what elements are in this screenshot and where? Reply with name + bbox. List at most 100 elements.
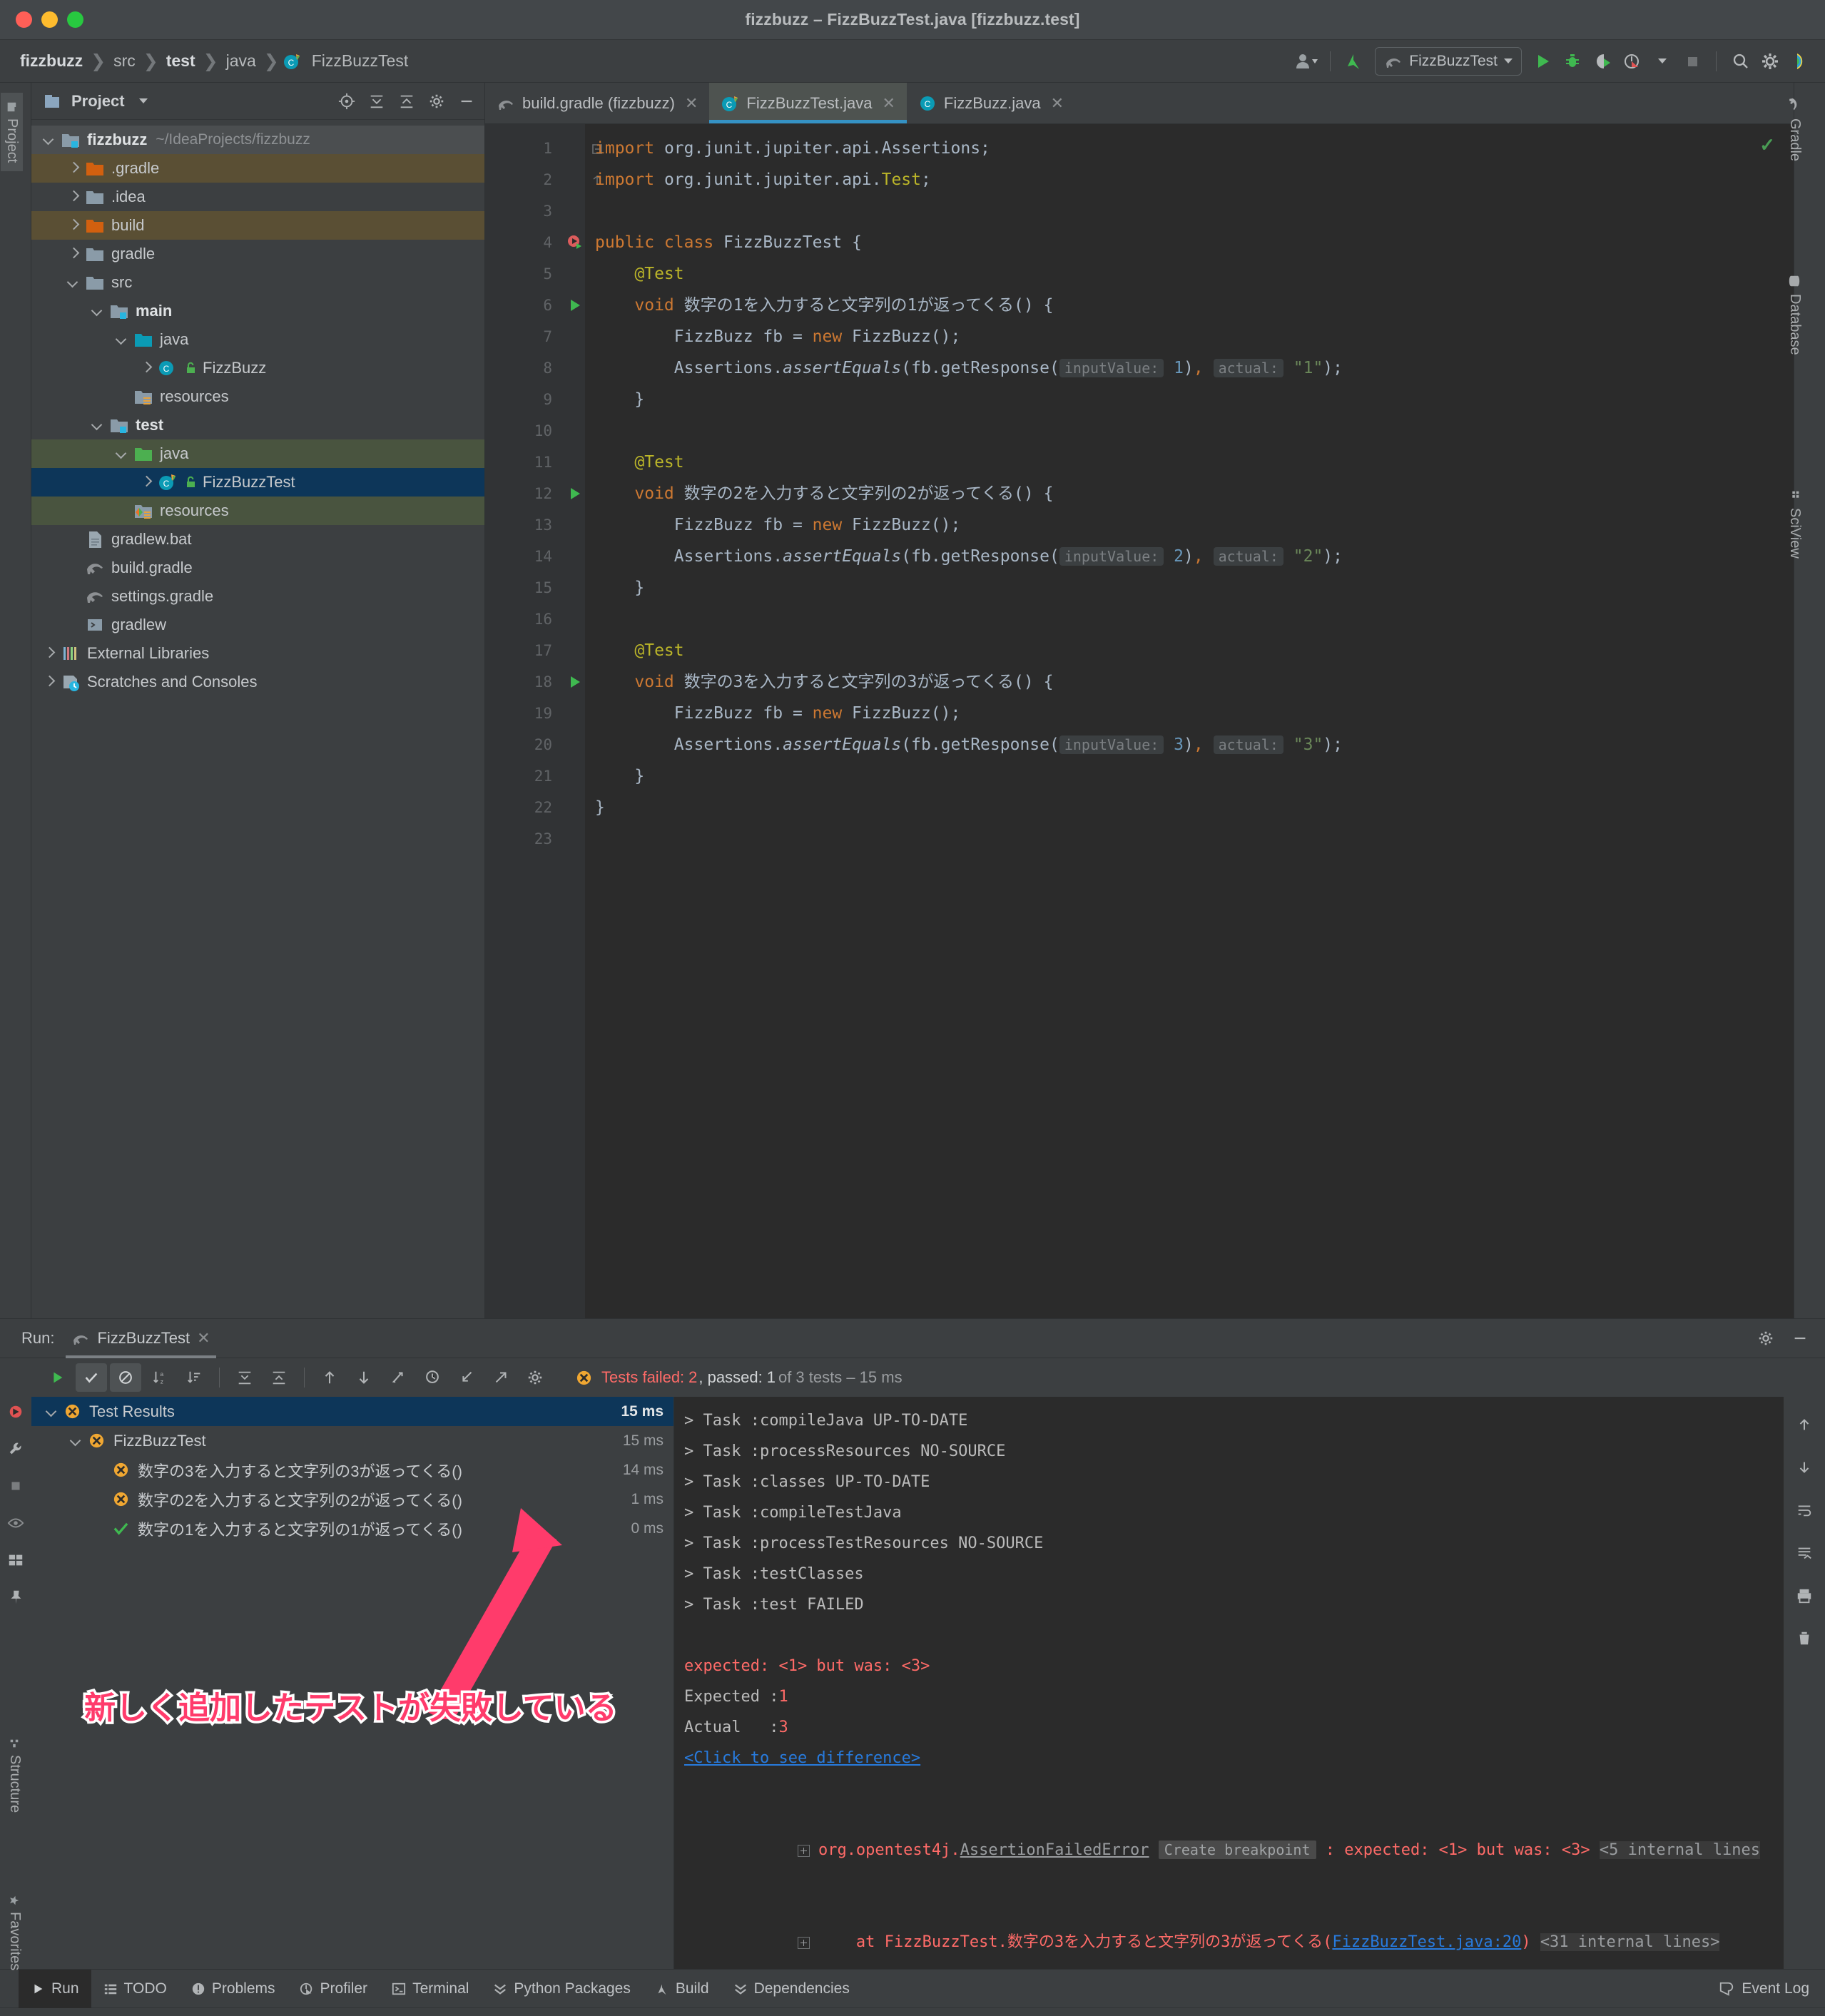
tree-node-src[interactable]: src — [31, 268, 484, 297]
tree-node-gradlew-bat[interactable]: gradlew.bat — [31, 525, 484, 554]
bottom-tab-todo[interactable]: TODO — [91, 1970, 179, 2008]
inspection-ok-icon[interactable]: ✓ — [1759, 134, 1775, 156]
gutter-line-3[interactable]: 3 — [485, 195, 562, 227]
breadcrumb-item-fizzbuzz[interactable]: fizzbuzz — [16, 51, 87, 71]
tree-node-test[interactable]: test — [31, 411, 484, 439]
tree-node-gradle[interactable]: .gradle — [31, 154, 484, 183]
gutter-line-22[interactable]: 22 — [485, 792, 562, 823]
chevron-down-icon[interactable] — [70, 1435, 83, 1447]
run-to-cursor-icon[interactable] — [382, 1363, 414, 1392]
tree-node-external-libraries[interactable]: External Libraries — [31, 639, 484, 668]
tree-node-fizzbuzztest[interactable]: C FizzBuzzTest — [31, 468, 484, 497]
history-icon[interactable] — [417, 1363, 448, 1392]
settings-icon[interactable] — [1755, 46, 1785, 76]
chevron-down-icon[interactable] — [46, 1405, 59, 1418]
scroll-down-icon[interactable] — [1794, 1457, 1815, 1478]
test-result-row[interactable]: 数字の3を入力すると文字列の3が返ってくる() 14 ms — [31, 1455, 673, 1485]
profiler-icon[interactable] — [1617, 46, 1647, 76]
gutter-line-2[interactable]: 2 — [485, 164, 601, 195]
gutter-line-23[interactable]: 23 — [485, 823, 562, 855]
run-method-icon[interactable] — [566, 673, 584, 691]
gutter-line-14[interactable]: 14 — [485, 541, 562, 572]
gear-icon[interactable] — [1755, 1328, 1776, 1349]
stop-icon[interactable] — [5, 1475, 26, 1497]
chevron-down-icon[interactable] — [116, 447, 128, 460]
chevron-down-icon[interactable] — [1504, 58, 1513, 63]
expand-icon[interactable] — [797, 1936, 810, 1949]
tree-node-build-gradle[interactable]: build.gradle — [31, 554, 484, 582]
gutter-line-21[interactable]: 21 — [485, 760, 562, 792]
gutter-line-17[interactable]: 17 — [485, 635, 562, 666]
tree-node-java[interactable]: java — [31, 325, 484, 354]
gutter-line-11[interactable]: 11 — [485, 447, 562, 478]
tree-node-settings-gradle[interactable]: settings.gradle — [31, 582, 484, 611]
chevron-down-icon[interactable] — [67, 276, 80, 289]
stacktrace-line[interactable]: at FizzBuzzTest.数字の3を入力すると文字列の3が返ってくる(Fi… — [684, 1896, 1784, 1969]
expand-all-icon[interactable] — [229, 1363, 260, 1392]
close-icon[interactable]: ✕ — [1051, 94, 1064, 113]
chevron-right-icon[interactable] — [67, 190, 80, 203]
run-coverage-icon[interactable] — [1587, 46, 1617, 76]
sidebar-item-gradle[interactable]: Gradle — [1786, 97, 1803, 161]
tree-node-resources[interactable]: resources — [31, 497, 484, 525]
soft-wrap-icon[interactable] — [1794, 1500, 1815, 1521]
pin-icon[interactable] — [5, 1587, 26, 1608]
stacktrace-line[interactable]: org.opentest4j.AssertionFailedError Crea… — [684, 1804, 1784, 1896]
expand-icon[interactable] — [797, 1844, 810, 1857]
gutter-line-6[interactable]: 6 — [485, 290, 580, 321]
bottom-tab-problems[interactable]: Problems — [179, 1970, 288, 2008]
tree-node-fizzbuzz[interactable]: fizzbuzz ~/IdeaProjects/fizzbuzz — [31, 126, 484, 154]
close-icon[interactable]: ✕ — [685, 94, 698, 113]
print-icon[interactable] — [1794, 1585, 1815, 1607]
bottom-tab-python-packages[interactable]: Python Packages — [481, 1970, 642, 2008]
gutter-line-18[interactable]: 18 — [485, 666, 580, 698]
click-to-see-difference-link[interactable]: <Click to see difference> — [684, 1743, 1784, 1773]
chevron-right-icon[interactable] — [67, 248, 80, 260]
gear-icon[interactable] — [426, 91, 447, 112]
test-result-row[interactable]: Test Results 15 ms — [31, 1397, 673, 1426]
gutter-line-10[interactable]: 10 — [485, 415, 562, 447]
run-method-icon[interactable] — [566, 485, 584, 502]
internal-lines[interactable]: <31 internal lines> — [1540, 1933, 1720, 1951]
select-opened-file-icon[interactable] — [336, 91, 357, 112]
next-failed-icon[interactable] — [348, 1363, 380, 1392]
export-tests-icon[interactable] — [485, 1363, 517, 1392]
collapse-all-icon[interactable] — [396, 91, 417, 112]
project-tree[interactable]: fizzbuzz ~/IdeaProjects/fizzbuzz .gradle .i… — [31, 120, 484, 1318]
bottom-tab-terminal[interactable]: Terminal — [380, 1970, 481, 2008]
breadcrumb-item-src[interactable]: src — [109, 51, 140, 71]
gutter-line-7[interactable]: 7 — [485, 321, 562, 352]
internal-lines[interactable]: <5 internal lines — [1599, 1841, 1761, 1859]
chevron-down-icon[interactable] — [1647, 46, 1677, 76]
collapse-all-icon[interactable] — [263, 1363, 295, 1392]
tree-node-java[interactable]: java — [31, 439, 484, 468]
close-icon[interactable]: ✕ — [882, 94, 895, 113]
run-icon[interactable] — [1527, 46, 1557, 76]
close-icon[interactable]: ✕ — [197, 1329, 210, 1348]
hide-icon[interactable] — [456, 91, 477, 112]
chevron-down-icon[interactable] — [91, 419, 104, 432]
tree-node-fizzbuzz[interactable]: C FizzBuzz — [31, 354, 484, 382]
rerun-icon[interactable] — [41, 1363, 73, 1392]
show-passed-icon[interactable] — [76, 1363, 107, 1392]
stop-icon[interactable] — [1677, 46, 1707, 76]
chevron-right-icon[interactable] — [67, 219, 80, 232]
sidebar-item-database[interactable]: Database — [1786, 274, 1803, 355]
editor-tab-fizzbuzz-java[interactable]: C FizzBuzz.java ✕ — [907, 83, 1075, 123]
sidebar-item-favorites[interactable]: Favorites — [6, 1895, 23, 1970]
scroll-up-icon[interactable] — [1794, 1414, 1815, 1435]
bottom-tab-profiler[interactable]: Profiler — [288, 1970, 380, 2008]
rerun-failed-icon[interactable] — [5, 1401, 26, 1422]
gutter-line-4[interactable]: 4 — [485, 227, 581, 258]
stack-exception[interactable]: AssertionFailedError — [960, 1841, 1149, 1859]
breadcrumb-item-java[interactable]: java — [222, 51, 260, 71]
gutter-line-15[interactable]: 15 — [485, 572, 562, 604]
wrench-icon[interactable] — [5, 1438, 26, 1460]
layout-icon[interactable] — [5, 1549, 26, 1571]
bottom-tab-run[interactable]: Run — [19, 1969, 91, 2008]
breadcrumb-item-fizzbuzztest[interactable]: FizzBuzzTest — [307, 51, 412, 71]
chevron-down-icon[interactable] — [43, 133, 56, 146]
run-console[interactable]: > Task :compileJava UP-TO-DATE > Task :p… — [673, 1397, 1784, 1969]
ide-helper-icon[interactable] — [1785, 46, 1815, 76]
sort-by-duration-icon[interactable] — [178, 1363, 210, 1392]
